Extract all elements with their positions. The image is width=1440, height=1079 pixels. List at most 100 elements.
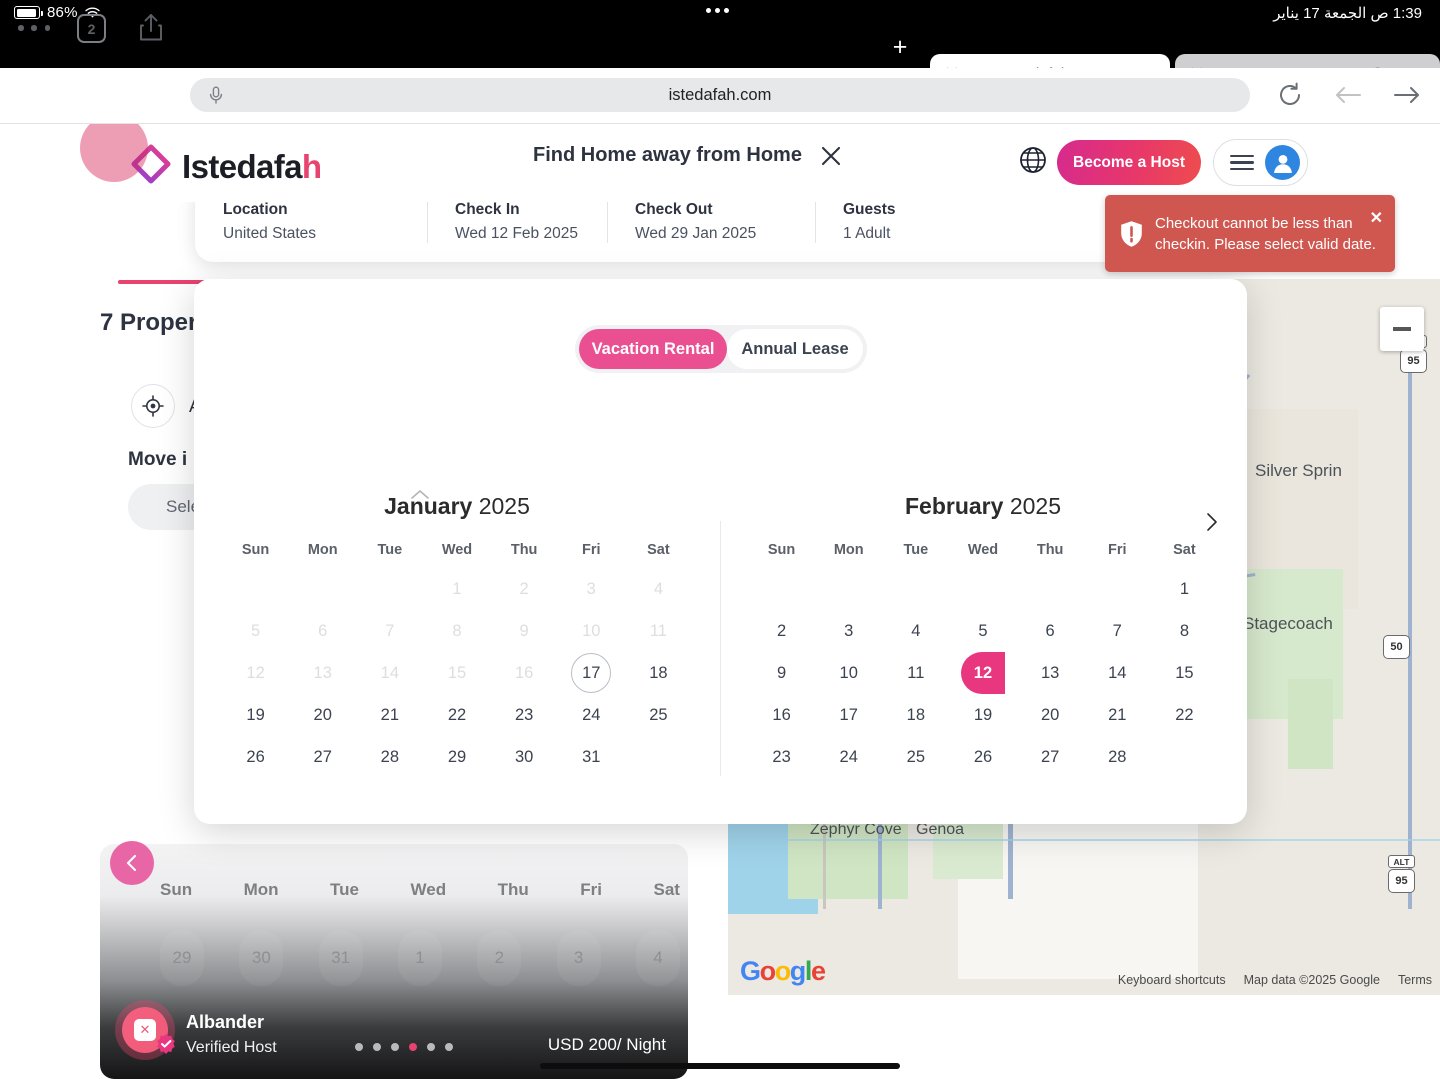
more-horizontal-icon[interactable] [18,16,50,40]
host-avatar-glyph: ✕ [134,1019,156,1041]
tab-vacation-rental[interactable]: Vacation Rental [579,329,727,369]
calendar-day-8[interactable]: 8 [1151,610,1218,652]
ghost-calendar-overlay: Sun Mon Tue Wed Thu Fri Sat 29 30 31 1 2 [100,844,688,974]
crosshair-icon[interactable] [131,384,175,428]
calendar-day-21[interactable]: 21 [1084,694,1151,736]
calendar-day-label: 24 [840,748,858,767]
microphone-icon[interactable] [206,85,226,105]
calendar-day-6: 6 [289,610,356,652]
dow-label: Thu [491,542,558,558]
calendar-day-27[interactable]: 27 [1017,736,1084,778]
calendar-day-13[interactable]: 13 [1017,652,1084,694]
tab-annual-lease[interactable]: Annual Lease [727,329,863,369]
calendar-day-9[interactable]: 9 [748,652,815,694]
calendar-day-26[interactable]: 26 [949,736,1016,778]
calendar-grid[interactable]: 1234567891011121314151617181920212223242… [194,568,720,778]
calendar-day-15[interactable]: 15 [1151,652,1218,694]
calendar-day-15: 15 [423,652,490,694]
calendar-day-27[interactable]: 27 [289,736,356,778]
current-location-row[interactable]: A [131,384,201,428]
arrow-left-icon[interactable] [1333,80,1363,110]
calendar-day-22[interactable]: 22 [423,694,490,736]
price-per-night: USD 200/ Night [548,1035,666,1055]
carousel-prev-pink-button[interactable] [110,841,154,885]
calendar-day-25[interactable]: 25 [882,736,949,778]
search-field-checkout[interactable]: Check Out Wed 29 Jan 2025 [607,199,815,245]
reload-icon[interactable] [1275,80,1305,110]
calendar-day-23[interactable]: 23 [748,736,815,778]
calendar-day-30[interactable]: 30 [491,736,558,778]
share-icon[interactable] [136,12,166,44]
address-bar[interactable]: istedafah.com [190,78,1250,112]
tab-count-button[interactable]: 2 [77,14,106,43]
calendar-day-24[interactable]: 24 [815,736,882,778]
calendar-day-22[interactable]: 22 [1151,694,1218,736]
new-tab-button[interactable]: + [886,34,914,62]
calendar-day-label: 16 [772,706,790,725]
calendar-day-1[interactable]: 1 [1151,568,1218,610]
calendar-day-17[interactable]: 17 [815,694,882,736]
calendar-day-28[interactable]: 28 [356,736,423,778]
calendar-day-23[interactable]: 23 [491,694,558,736]
account-menu-button[interactable] [1213,139,1308,186]
calendar-day-label: 7 [385,622,394,641]
globe-icon[interactable] [1019,146,1047,174]
calendar-day-2[interactable]: 2 [748,610,815,652]
search-field-location[interactable]: Location United States [195,199,427,245]
calendar-day-14[interactable]: 14 [1084,652,1151,694]
terms-link[interactable]: Terms [1398,973,1432,987]
status-bar-datetime: 1:39 ص الجمعة 17 يناير [1273,4,1422,22]
calendar-day-12[interactable]: 12 [949,652,1016,694]
dow-label: Sun [222,542,289,558]
calendar-day-20[interactable]: 20 [289,694,356,736]
calendar-day-10[interactable]: 10 [815,652,882,694]
calendar-day-26[interactable]: 26 [222,736,289,778]
calendar-day-20[interactable]: 20 [1017,694,1084,736]
search-field-checkin[interactable]: Check In Wed 12 Feb 2025 [427,199,607,245]
calendar-grid[interactable]: 1234567891011121314151617181920212223242… [720,568,1246,778]
search-field-guests[interactable]: Guests 1 Adult [815,199,1015,245]
hamburger-icon[interactable] [1230,155,1254,171]
close-icon[interactable] [820,145,842,167]
rental-type-toggle[interactable]: Vacation Rental Annual Lease [575,325,867,373]
calendar-day-21[interactable]: 21 [356,694,423,736]
calendar-day-19[interactable]: 19 [949,694,1016,736]
calendar-day-4[interactable]: 4 [882,610,949,652]
calendar-day-24[interactable]: 24 [558,694,625,736]
arrow-right-icon[interactable] [1392,80,1422,110]
calendar-day-18[interactable]: 18 [625,652,692,694]
route-shield-50c: 50 [1383,635,1410,659]
calendar-day-25[interactable]: 25 [625,694,692,736]
calendar-day-5[interactable]: 5 [949,610,1016,652]
calendar-day-label: 17 [571,653,611,693]
ghost-number: 30 [239,930,283,986]
carousel-dots[interactable] [355,1043,453,1051]
become-a-host-button[interactable]: Become a Host [1057,140,1201,185]
calendar-day-31[interactable]: 31 [558,736,625,778]
calendar-day-17[interactable]: 17 [558,652,625,694]
property-card-image[interactable]: Sun Mon Tue Wed Thu Fri Sat 29 30 31 1 2 [100,844,688,1079]
calendar-day-16[interactable]: 16 [748,694,815,736]
map-zoom-out-button[interactable] [1380,307,1424,351]
calendar-day-7[interactable]: 7 [1084,610,1151,652]
calendar-day-11[interactable]: 11 [882,652,949,694]
alt-shield-bottom: ALT [1388,855,1415,868]
dow-label: Mon [815,542,882,558]
calendar-day-label: 19 [246,706,264,725]
close-icon[interactable]: ✕ [1370,208,1383,228]
calendar-day-3[interactable]: 3 [815,610,882,652]
calendar-day-9: 9 [491,610,558,652]
calendar-day-label: 3 [844,622,853,641]
calendar-day-28[interactable]: 28 [1084,736,1151,778]
site-logo[interactable]: Istedafah [131,144,321,189]
calendar-day-29[interactable]: 29 [423,736,490,778]
calendar-day-18[interactable]: 18 [882,694,949,736]
keyboard-shortcuts-link[interactable]: Keyboard shortcuts [1118,973,1226,987]
user-avatar-icon[interactable] [1265,145,1300,180]
error-toast: Checkout cannot be less than checkin. Pl… [1105,195,1395,272]
calendar-day-label: 31 [582,748,600,767]
calendar-day-19[interactable]: 19 [222,694,289,736]
calendar-day-6[interactable]: 6 [1017,610,1084,652]
field-value: 1 Adult [843,225,987,243]
calendar-day-8: 8 [423,610,490,652]
